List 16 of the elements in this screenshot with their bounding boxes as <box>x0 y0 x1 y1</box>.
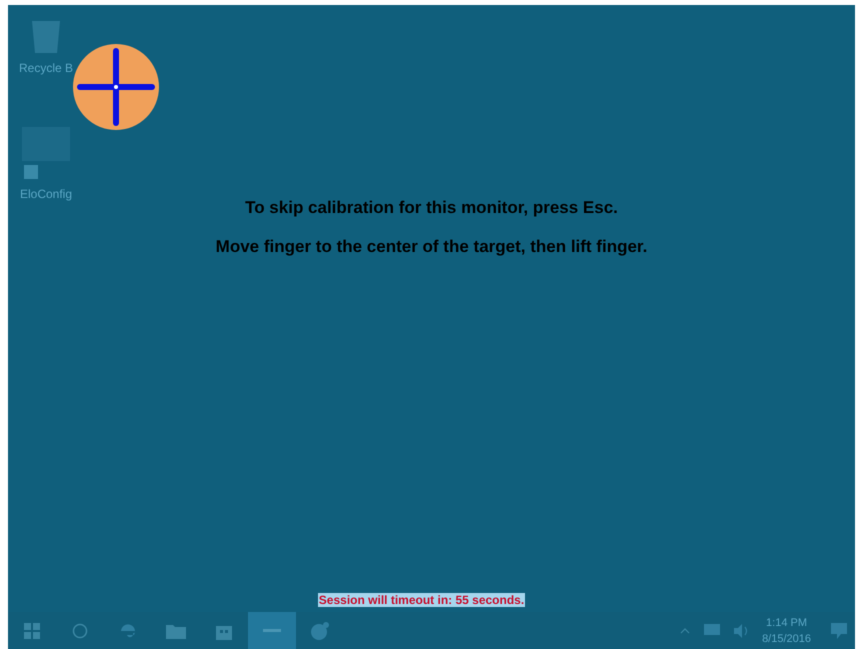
desktop-icon-label[interactable]: EloConfig <box>20 187 72 201</box>
clock[interactable]: 1:14 PM 8/15/2016 <box>762 614 811 646</box>
desktop-icon-label[interactable]: Recycle B <box>18 61 74 75</box>
windows-icon <box>24 622 40 638</box>
caret-icon[interactable] <box>680 628 690 634</box>
instruction-text: To skip calibration for this monitor, press Esc. <box>245 198 618 218</box>
window-icon <box>263 629 281 632</box>
timeout-message: Session will timeout in: 55 seconds. <box>318 593 526 607</box>
notification-icon[interactable] <box>831 622 847 638</box>
taskbar-button[interactable] <box>248 612 296 649</box>
config-icon[interactable] <box>20 125 72 181</box>
crosshair-target-icon[interactable] <box>72 43 160 131</box>
app-icon <box>310 620 330 640</box>
search-icon <box>72 622 88 638</box>
folder-icon <box>166 622 186 638</box>
instruction-text: Move finger to the center of the target, then lift finger. <box>216 237 648 257</box>
